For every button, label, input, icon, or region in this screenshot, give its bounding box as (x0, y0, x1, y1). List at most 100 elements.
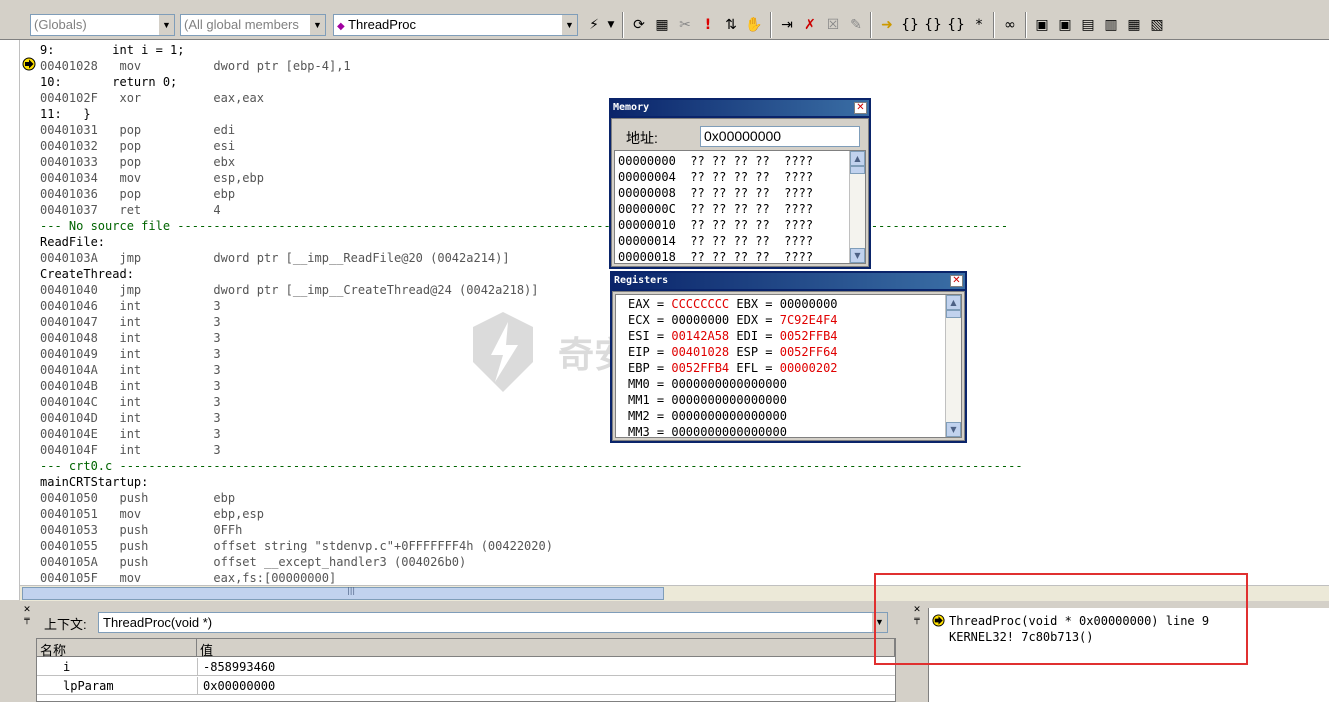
edit-icon[interactable]: ✎ (845, 14, 867, 36)
instruction-line[interactable]: 0040104F int 3 (40, 442, 221, 458)
instruction-line[interactable]: 00401040 jmp dword ptr [__imp__CreateThr… (40, 282, 539, 298)
source-line[interactable]: 10: return 0; (40, 74, 177, 90)
register-row[interactable]: EAX = CCCCCCCC EBX = 00000000 (628, 296, 838, 312)
go-icon[interactable]: ➜ (876, 14, 898, 36)
step-into-icon[interactable]: {} (899, 14, 921, 36)
instruction-line[interactable]: 00401031 pop edi (40, 122, 235, 138)
variable-name[interactable]: lpParam (37, 677, 197, 695)
show-next-statement-icon[interactable]: ⇥ (776, 14, 798, 36)
context-combo[interactable]: ThreadProc(void *) ▼ (98, 612, 888, 633)
variable-name[interactable]: i (37, 658, 197, 676)
break-icon[interactable]: ✂ (674, 14, 696, 36)
instruction-line[interactable]: 00401053 push 0FFh (40, 522, 242, 538)
hand-icon[interactable]: ✋ (743, 14, 765, 36)
chevron-down-icon[interactable]: ▼ (309, 15, 325, 35)
close-icon[interactable]: ✕ (854, 102, 867, 114)
scroll-up-icon[interactable]: ▲ (946, 295, 961, 310)
register-row[interactable]: MM3 = 0000000000000000 (628, 424, 787, 440)
function-label[interactable]: ReadFile: (40, 234, 105, 250)
variable-value[interactable]: 0x00000000 (197, 677, 895, 695)
instruction-line[interactable]: 0040104B int 3 (40, 378, 221, 394)
scope-combo[interactable]: (Globals) ▼ (30, 14, 175, 36)
instruction-line[interactable]: 0040104A int 3 (40, 362, 221, 378)
restart-icon[interactable]: ⟳ (628, 14, 650, 36)
step-over-icon[interactable]: {} (922, 14, 944, 36)
chevron-down-icon[interactable]: ▼ (158, 15, 174, 35)
column-header-name[interactable]: 名称 (37, 639, 197, 658)
close-icon[interactable]: ✕ (950, 275, 963, 287)
memory-vertical-scrollbar[interactable]: ▲ ▼ (849, 151, 865, 263)
memory-dump[interactable]: 00000000 ?? ?? ?? ?? ???? 00000004 ?? ?? … (614, 150, 866, 264)
register-row[interactable]: ECX = 00000000 EDX = 7C92E4F4 (628, 312, 838, 328)
register-row[interactable]: ESI = 00142A58 EDI = 0052FFB4 (628, 328, 838, 344)
variables-window-icon[interactable]: ▣ (1054, 14, 1076, 36)
instruction-line[interactable]: 0040105A push offset __except_handler3 (… (40, 554, 466, 570)
memory-row[interactable]: 00000018 ?? ?? ?? ?? ???? (618, 249, 813, 265)
memory-window[interactable]: Memory ✕ 地址: 0x00000000 00000000 ?? ?? ?… (609, 98, 871, 269)
instruction-line[interactable]: 00401036 pop ebp (40, 186, 235, 202)
scroll-down-icon[interactable]: ▼ (946, 422, 961, 437)
watch-window-icon[interactable]: ▣ (1031, 14, 1053, 36)
register-row[interactable]: MM1 = 0000000000000000 (628, 392, 787, 408)
instruction-line[interactable]: 00401034 mov esp,ebp (40, 170, 264, 186)
instruction-line[interactable]: 00401032 pop esi (40, 138, 235, 154)
function-combo[interactable]: ◆ ThreadProc ▼ (333, 14, 578, 36)
instruction-line[interactable]: 00401028 mov dword ptr [ebp-4],1 (40, 58, 351, 74)
instruction-line[interactable]: 00401049 int 3 (40, 346, 221, 362)
memory-row[interactable]: 00000000 ?? ?? ?? ?? ???? (618, 153, 813, 169)
instruction-line[interactable]: 00401050 push ebp (40, 490, 235, 506)
scrollbar-thumb[interactable] (850, 166, 865, 174)
registers-window-icon[interactable]: ▤ (1077, 14, 1099, 36)
registers-window[interactable]: Registers ✕ EAX = CCCCCCCC EBX = 0000000… (610, 271, 967, 443)
step-out-icon[interactable]: {} (945, 14, 967, 36)
run-to-cursor-icon[interactable]: *{} (968, 14, 990, 55)
callstack-window-icon[interactable]: ▦ (1123, 14, 1145, 36)
instruction-line[interactable]: 00401047 int 3 (40, 314, 221, 330)
dropdown-arrow-icon[interactable]: ▼ (600, 14, 622, 36)
instruction-line[interactable]: 00401037 ret 4 (40, 202, 221, 218)
scroll-up-icon[interactable]: ▲ (850, 151, 865, 166)
scrollbar-thumb[interactable] (22, 587, 664, 600)
instruction-line[interactable]: 00401033 pop ebx (40, 154, 235, 170)
register-row[interactable]: EIP = 00401028 ESP = 0052FF64 (628, 344, 838, 360)
register-row[interactable]: MM0 = 0000000000000000 (628, 376, 787, 392)
scrollbar-thumb[interactable] (946, 310, 961, 318)
register-row[interactable]: MM2 = 0000000000000000 (628, 408, 787, 424)
function-label[interactable]: mainCRTStartup: (40, 474, 148, 490)
disassembly-window-icon[interactable]: ▧ (1146, 14, 1168, 36)
apply-changes-icon[interactable]: ⇅ (720, 14, 742, 36)
instruction-line[interactable]: 0040102F xor eax,eax (40, 90, 264, 106)
memory-row[interactable]: 00000010 ?? ?? ?? ?? ???? (618, 217, 813, 233)
instruction-line[interactable]: 00401048 int 3 (40, 330, 221, 346)
stop-debug-icon[interactable]: ▦ (651, 14, 673, 36)
variable-value[interactable]: -858993460 (197, 658, 895, 676)
quickwatch-icon[interactable]: ∞ (999, 14, 1021, 36)
memory-row[interactable]: 0000000C ?? ?? ?? ?? ???? (618, 201, 813, 217)
instruction-line[interactable]: 00401051 mov ebp,esp (40, 506, 264, 522)
instruction-line[interactable]: 0040105F mov eax,fs:[00000000] (40, 570, 336, 585)
breakpoint-icon[interactable]: ✗ (799, 14, 821, 36)
instruction-line[interactable]: 0040104C int 3 (40, 394, 221, 410)
members-combo[interactable]: (All global members ▼ (180, 14, 326, 36)
column-header-value[interactable]: 值 (197, 639, 895, 658)
disable-icon[interactable]: ☒ (822, 14, 844, 36)
register-row[interactable]: EBP = 0052FFB4 EFL = 00000202 (628, 360, 838, 376)
memory-row[interactable]: 00000008 ?? ?? ?? ?? ???? (618, 185, 813, 201)
exclamation-icon[interactable]: ! (697, 14, 719, 36)
function-label[interactable]: CreateThread: (40, 266, 134, 282)
instruction-line[interactable]: 00401046 int 3 (40, 298, 221, 314)
source-line[interactable]: 9: int i = 1; (40, 42, 185, 58)
disassembly-gutter[interactable] (0, 40, 20, 600)
instruction-line[interactable]: 00401055 push offset string "stdenvp.c"+… (40, 538, 553, 554)
scroll-down-icon[interactable]: ▼ (850, 248, 865, 263)
variables-table[interactable]: 名称 值 i -858993460 lpParam 0x00000000 (36, 638, 896, 702)
memory-row[interactable]: 00000014 ?? ?? ?? ?? ???? (618, 233, 813, 249)
address-input[interactable]: 0x00000000 (700, 126, 860, 147)
chevron-down-icon[interactable]: ▼ (561, 15, 577, 35)
source-line[interactable]: 11: } (40, 106, 91, 122)
variables-pane-grip[interactable]: ✕ ╤ (20, 605, 34, 700)
instruction-line[interactable]: 0040104E int 3 (40, 426, 221, 442)
instruction-line[interactable]: 0040104D int 3 (40, 410, 221, 426)
registers-list[interactable]: EAX = CCCCCCCC EBX = 00000000 ECX = 00000… (615, 294, 962, 440)
instruction-line[interactable]: 0040103A jmp dword ptr [__imp__ReadFile@… (40, 250, 510, 266)
